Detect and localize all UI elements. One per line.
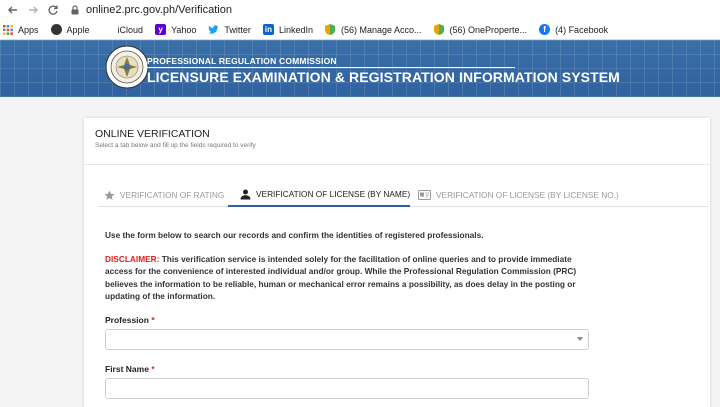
verification-card: ONLINE VERIFICATION Select a tab below a… xyxy=(84,118,710,407)
shield-icon xyxy=(434,24,445,35)
required-marker: * xyxy=(151,364,155,374)
person-icon xyxy=(240,189,251,200)
disclaimer-block: DISCLAIMER: This verification service is… xyxy=(105,253,590,303)
bookmark-linkedin[interactable]: in LinkedIn xyxy=(262,24,313,35)
tab-label: VERIFICATION OF LICENSE (BY LICENSE NO.) xyxy=(436,190,619,200)
tab-verification-of-rating[interactable]: VERIFICATION OF RATING xyxy=(104,183,224,207)
tab-verification-by-license-no[interactable]: VERIFICATION OF LICENSE (BY LICENSE NO.) xyxy=(418,183,619,207)
bookmark-twitter[interactable]: Twitter xyxy=(208,24,251,35)
site-header-banner: PROFESSIONAL REGULATION COMMISSION LICEN… xyxy=(0,40,720,97)
forward-arrow-icon[interactable] xyxy=(26,3,40,17)
bookmark-facebook[interactable]: f (4) Facebook xyxy=(539,24,608,35)
shield-icon xyxy=(325,24,336,35)
address-bar[interactable]: online2.prc.gov.ph/Verification xyxy=(70,2,232,18)
bookmark-oneproperties[interactable]: (56) OneProperte... xyxy=(434,24,528,35)
profession-label-text: Profession xyxy=(105,315,149,325)
agency-name: PROFESSIONAL REGULATION COMMISSION xyxy=(147,56,337,66)
bookmark-label: LinkedIn xyxy=(278,24,313,35)
reload-icon[interactable] xyxy=(46,3,60,17)
required-marker: * xyxy=(151,315,155,325)
twitter-icon xyxy=(208,24,219,35)
profession-select[interactable] xyxy=(105,329,589,350)
bookmark-label: iCloud xyxy=(117,24,144,35)
bookmark-label: Twitter xyxy=(224,24,251,35)
bookmark-apps[interactable]: Apps xyxy=(2,24,39,35)
bookmark-label: Apps xyxy=(18,24,39,35)
card-divider xyxy=(84,164,710,165)
bookmark-yahoo[interactable]: y Yahoo xyxy=(155,24,196,35)
system-name: LICENSURE EXAMINATION & REGISTRATION INF… xyxy=(147,69,620,85)
bookmark-label: (56) Manage Acco... xyxy=(340,24,422,35)
tab-verification-by-name[interactable]: VERIFICATION OF LICENSE (BY NAME) xyxy=(228,183,410,207)
bookmarks-bar: Apps Apple iCloud y Yahoo Twitter in Lin… xyxy=(0,20,720,40)
bookmark-apple[interactable]: Apple xyxy=(50,24,90,35)
star-icon xyxy=(104,190,115,201)
linkedin-icon: in xyxy=(262,24,274,35)
disclaimer-label: DISCLAIMER: xyxy=(105,254,160,264)
verification-tabs: VERIFICATION OF RATING VERIFICATION OF L… xyxy=(98,183,708,207)
prc-seal-logo xyxy=(105,45,149,89)
bookmark-icloud[interactable]: iCloud xyxy=(102,24,144,35)
disclaimer-text: This verification service is intended so… xyxy=(105,254,577,302)
page-title: ONLINE VERIFICATION xyxy=(95,128,210,140)
url-text: online2.prc.gov.ph/Verification xyxy=(86,4,232,16)
browser-toolbar: online2.prc.gov.ph/Verification xyxy=(0,0,720,20)
bookmark-label: (56) OneProperte... xyxy=(449,24,528,35)
bookmark-label: Yahoo xyxy=(171,24,197,35)
apple-icon xyxy=(50,24,62,35)
icloud-icon xyxy=(102,24,113,35)
profession-label: Profession * xyxy=(105,315,155,325)
first-name-input[interactable] xyxy=(105,378,589,399)
id-card-icon xyxy=(418,190,431,200)
bookmark-label: Apple xyxy=(66,24,90,35)
yahoo-icon: y xyxy=(155,24,167,35)
bookmark-manage-accounts[interactable]: (56) Manage Acco... xyxy=(325,24,422,35)
facebook-icon: f xyxy=(539,24,551,35)
back-arrow-icon[interactable] xyxy=(6,3,20,17)
intro-text: Use the form below to search our records… xyxy=(105,230,484,240)
tab-label: VERIFICATION OF RATING xyxy=(120,190,225,200)
chevron-down-icon xyxy=(577,337,583,341)
tab-label: VERIFICATION OF LICENSE (BY NAME) xyxy=(256,189,411,199)
header-divider xyxy=(147,67,515,68)
first-name-label: First Name * xyxy=(105,364,155,374)
page-subtitle: Select a tab below and fill up the field… xyxy=(95,142,256,149)
first-name-label-text: First Name xyxy=(105,364,149,374)
apps-grid-icon xyxy=(2,24,13,35)
bookmark-label: (4) Facebook xyxy=(555,24,609,35)
lock-icon xyxy=(71,5,79,15)
